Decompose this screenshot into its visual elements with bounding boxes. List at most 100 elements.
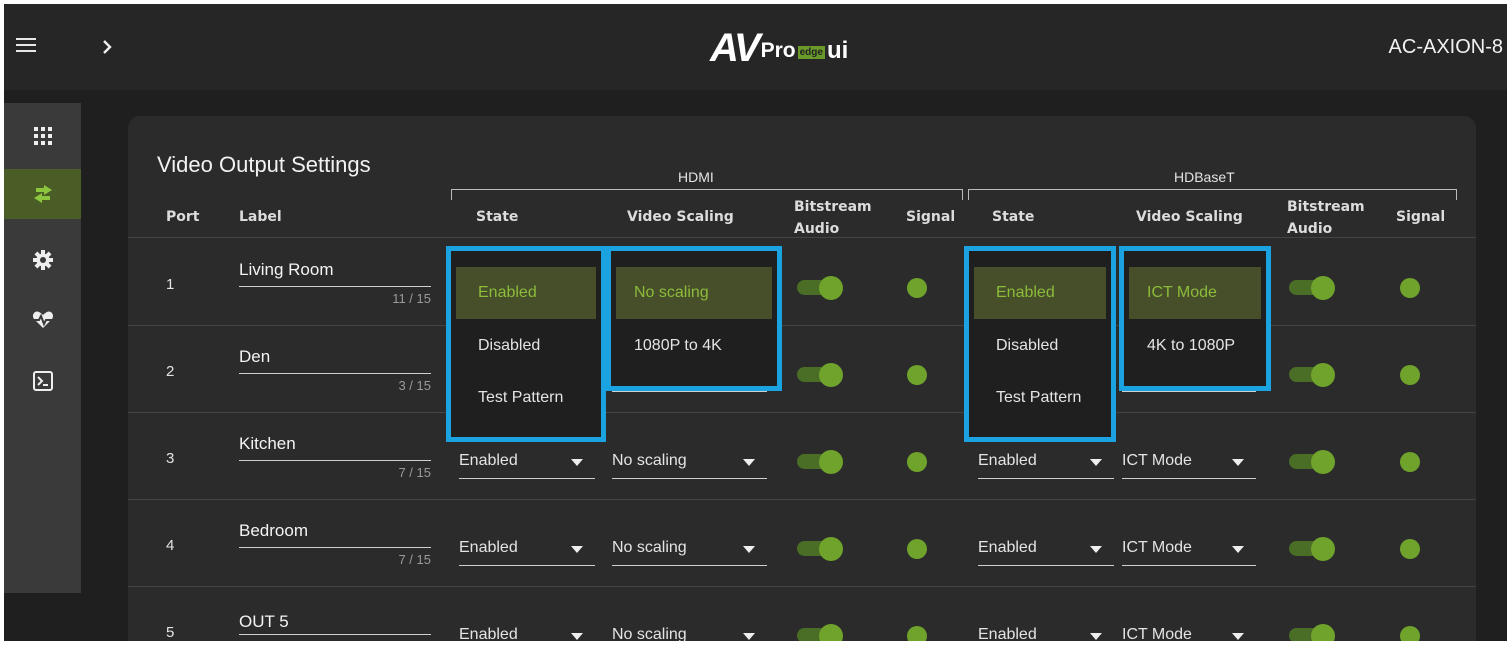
dropdown-arrow-icon — [1090, 546, 1102, 553]
hdmi-bitstream-toggle[interactable] — [797, 537, 843, 561]
hdbt-bitstream-toggle[interactable] — [1289, 624, 1335, 641]
hdmi-bitstream-toggle[interactable] — [797, 450, 843, 474]
hdbt-state-option-selected[interactable]: Enabled — [974, 267, 1106, 319]
hdmi-scaling-value: No scaling — [612, 539, 687, 556]
row-divider — [128, 499, 1476, 500]
col-hdbt-bitstream-2: Audio — [1287, 221, 1333, 237]
label-underline — [239, 634, 431, 635]
col-hdmi-scaling: Video Scaling — [627, 209, 734, 225]
hdmi-state-dropdown: Enabled Disabled Test Pattern — [446, 246, 606, 442]
gear-icon — [32, 250, 53, 270]
hdmi-state-select[interactable]: Enabled — [459, 448, 595, 479]
dropdown-arrow-icon — [1232, 459, 1244, 466]
dropdown-arrow-icon — [1090, 633, 1102, 640]
hdbt-scaling-select[interactable]: ICT Mode — [1122, 448, 1256, 479]
hdbt-signal-indicator — [1400, 278, 1420, 298]
hdbt-state-option[interactable]: Test Pattern — [996, 389, 1081, 407]
group-hdbaset-bracket — [968, 189, 1457, 200]
dropdown-arrow-icon — [743, 459, 755, 466]
hdbt-scaling-value: ICT Mode — [1122, 626, 1192, 641]
swap-arrows-icon — [33, 185, 52, 203]
row-divider — [128, 412, 1476, 413]
hdmi-state-select[interactable]: Enabled — [459, 622, 595, 641]
device-name: AC-AXION-8 — [1388, 36, 1503, 58]
output-label[interactable]: Kitchen — [239, 434, 296, 454]
hdbt-scaling-option[interactable]: 4K to 1080P — [1147, 337, 1235, 355]
sidebar-item-health[interactable] — [4, 295, 81, 345]
hdmi-signal-indicator — [907, 539, 927, 559]
hdmi-state-select[interactable]: Enabled — [459, 535, 595, 566]
hdbt-scaling-option-selected[interactable]: ICT Mode — [1129, 267, 1261, 319]
grid-icon — [33, 127, 52, 145]
col-hdmi-bitstream-2: Audio — [794, 221, 840, 237]
video-output-card: Video Output Settings HDMI HDBaseT Port … — [128, 116, 1476, 641]
hdbt-state-value: Enabled — [978, 539, 1037, 556]
app-logo: AV Pro edge ui — [710, 27, 848, 69]
label-char-counter: 7 / 15 — [398, 465, 431, 480]
group-hdmi-label: HDMI — [678, 169, 714, 185]
hamburger-menu-icon[interactable] — [16, 34, 36, 56]
hdmi-scaling-option[interactable]: 1080P to 4K — [634, 337, 722, 355]
hdmi-state-value: Enabled — [459, 452, 518, 469]
hdbt-scaling-select[interactable]: ICT Mode — [1122, 622, 1256, 641]
hdbt-signal-indicator — [1400, 452, 1420, 472]
sidebar-item-settings[interactable] — [4, 235, 81, 285]
hdmi-state-value: Enabled — [459, 539, 518, 556]
hdbt-state-select[interactable]: Enabled — [978, 535, 1114, 566]
hdmi-state-option[interactable]: Test Pattern — [478, 389, 563, 407]
sidebar-item-dashboard[interactable] — [4, 111, 81, 161]
top-bar: AV Pro edge ui AC-AXION-8 — [4, 4, 1507, 90]
hdmi-scaling-select[interactable]: No scaling — [612, 448, 767, 479]
col-port: Port — [166, 209, 200, 225]
col-hdbt-signal: Signal — [1396, 209, 1446, 225]
terminal-icon — [32, 371, 53, 391]
port-number: 2 — [166, 363, 175, 380]
hdbt-scaling-value: ICT Mode — [1122, 539, 1192, 556]
port-number: 4 — [166, 537, 175, 554]
dropdown-arrow-icon — [1232, 546, 1244, 553]
sidebar-item-routing[interactable] — [4, 169, 81, 219]
dropdown-arrow-icon — [743, 546, 755, 553]
hdmi-scaling-option-selected[interactable]: No scaling — [616, 267, 772, 319]
output-label[interactable]: Living Room — [239, 260, 334, 280]
dropdown-arrow-icon — [743, 633, 755, 640]
hdbt-scaling-value: ICT Mode — [1122, 452, 1192, 469]
col-label: Label — [239, 209, 282, 225]
hdbt-bitstream-toggle[interactable] — [1289, 450, 1335, 474]
output-label[interactable]: OUT 5 — [239, 612, 289, 632]
dropdown-arrow-icon — [571, 633, 583, 640]
col-hdbt-bitstream-1: Bitstream — [1287, 199, 1365, 215]
output-label[interactable]: Bedroom — [239, 521, 308, 541]
hdbt-bitstream-toggle[interactable] — [1289, 276, 1335, 300]
hdbt-scaling-select[interactable]: ICT Mode — [1122, 535, 1256, 566]
label-char-counter: 3 / 15 — [398, 378, 431, 393]
hdmi-bitstream-toggle[interactable] — [797, 276, 843, 300]
logo-pro: Pro — [760, 39, 796, 62]
hdbt-scaling-dropdown: ICT Mode 4K to 1080P — [1119, 246, 1271, 391]
sidebar-item-terminal[interactable] — [4, 356, 81, 406]
label-char-counter: 11 / 15 — [392, 291, 431, 306]
chevron-right-icon[interactable] — [102, 34, 112, 54]
dropdown-arrow-icon — [1090, 459, 1102, 466]
hdbt-state-value: Enabled — [978, 452, 1037, 469]
hdmi-scaling-select[interactable]: No scaling — [612, 535, 767, 566]
logo-edge: edge — [797, 46, 825, 59]
hdbt-state-select[interactable]: Enabled — [978, 622, 1114, 641]
hdmi-bitstream-toggle[interactable] — [797, 363, 843, 387]
hdmi-state-option-selected[interactable]: Enabled — [456, 267, 596, 319]
hdbt-state-value: Enabled — [978, 626, 1037, 641]
output-label[interactable]: Den — [239, 347, 270, 367]
hdmi-signal-indicator — [907, 452, 927, 472]
hdbt-signal-indicator — [1400, 626, 1420, 641]
dropdown-arrow-icon — [571, 459, 583, 466]
row-divider — [128, 586, 1476, 587]
hdbt-bitstream-toggle[interactable] — [1289, 537, 1335, 561]
hdbt-state-select[interactable]: Enabled — [978, 448, 1114, 479]
hdbt-bitstream-toggle[interactable] — [1289, 363, 1335, 387]
hdmi-signal-indicator — [907, 626, 927, 641]
hdmi-scaling-select[interactable]: No scaling — [612, 622, 767, 641]
hdbt-state-dropdown: Enabled Disabled Test Pattern — [964, 246, 1116, 442]
hdmi-state-option[interactable]: Disabled — [478, 337, 540, 355]
hdmi-bitstream-toggle[interactable] — [797, 624, 843, 641]
hdbt-state-option[interactable]: Disabled — [996, 337, 1058, 355]
